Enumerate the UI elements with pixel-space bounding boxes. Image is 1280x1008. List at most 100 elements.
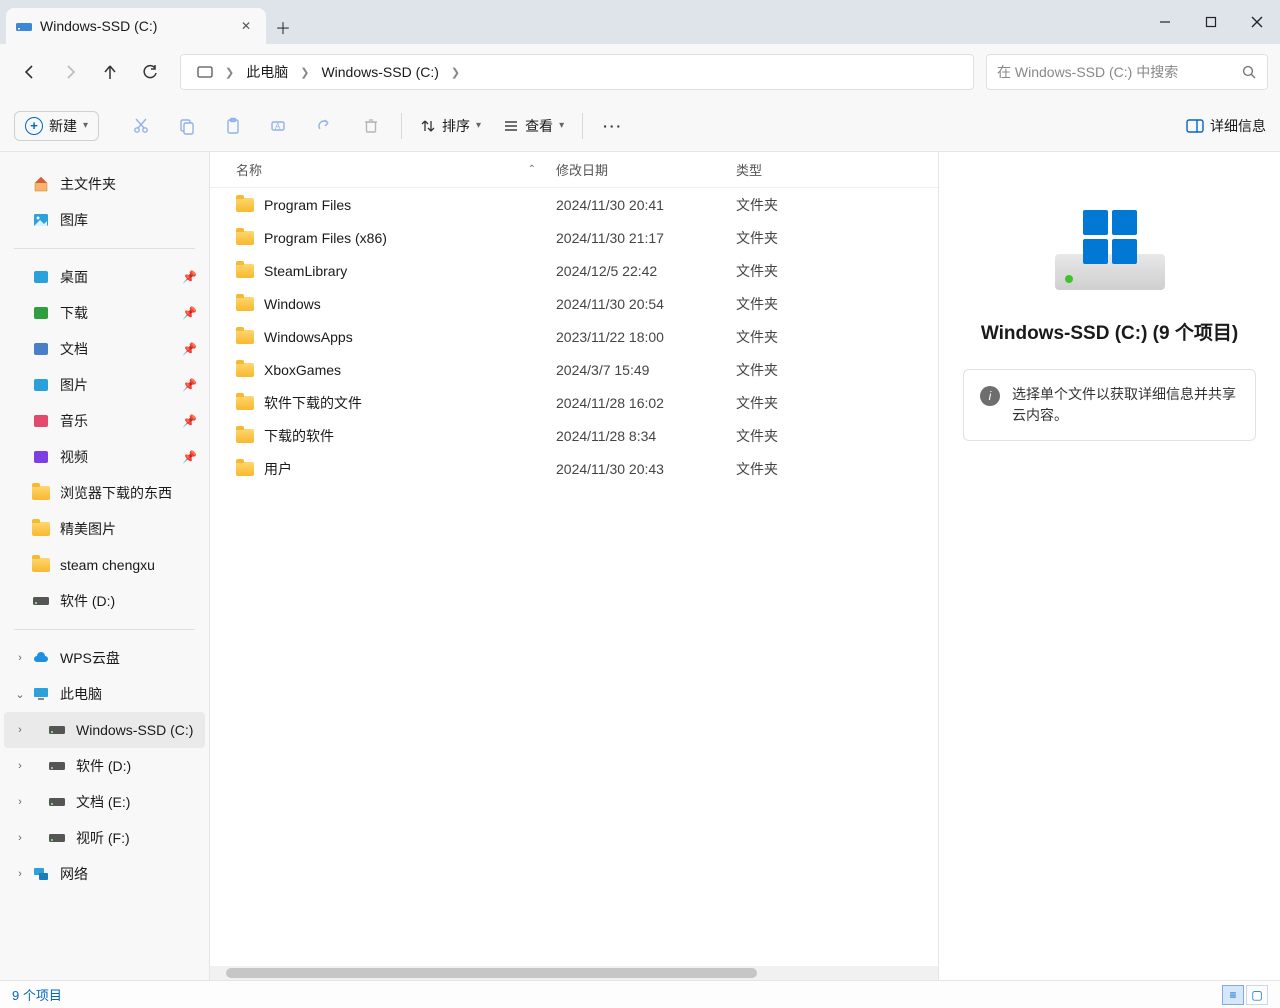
minimize-button[interactable] (1142, 0, 1188, 44)
view-mode-buttons: ≡ ▢ (1222, 985, 1268, 1005)
item-icon (32, 592, 50, 610)
horizontal-scrollbar[interactable] (210, 966, 938, 980)
column-name[interactable]: 名称 ⌃ (236, 160, 556, 179)
column-label: 修改日期 (556, 163, 608, 178)
window-controls (1142, 0, 1280, 44)
content-area: 名称 ⌃ 修改日期 类型 Program Files2024/11/30 20:… (210, 152, 1280, 980)
sidebar-quick-item[interactable]: 浏览器下载的东西 (4, 475, 205, 511)
sidebar-quick-item[interactable]: 桌面📌 (4, 259, 205, 295)
sidebar-quick-item[interactable]: 精美图片 (4, 511, 205, 547)
sidebar-label: 下载 (60, 303, 88, 323)
chevron-down-icon: ▾ (559, 120, 564, 131)
sidebar-thispc[interactable]: ⌄ 此电脑 (4, 676, 205, 712)
details-title: Windows-SSD (C:) (9 个项目) (981, 318, 1238, 345)
file-row[interactable]: SteamLibrary2024/12/5 22:42文件夹 (210, 254, 938, 287)
file-row[interactable]: Program Files (x86)2024/11/30 21:17文件夹 (210, 221, 938, 254)
view-details-button[interactable]: ≡ (1222, 985, 1244, 1005)
sidebar-home[interactable]: 主文件夹 (4, 166, 205, 202)
chevron-right-icon[interactable]: › (12, 724, 28, 736)
tab-title: Windows-SSD (C:) (40, 18, 157, 34)
chevron-right-icon[interactable]: › (12, 796, 28, 808)
file-row[interactable]: Program Files2024/11/30 20:41文件夹 (210, 188, 938, 221)
sidebar-drive-item[interactable]: ›Windows-SSD (C:) (4, 712, 205, 748)
sidebar-network[interactable]: › 网络 (4, 856, 205, 892)
pin-icon: 📌 (182, 378, 197, 392)
forward-button[interactable] (52, 54, 88, 90)
sidebar-quick-item[interactable]: steam chengxu (4, 547, 205, 583)
chevron-right-icon[interactable]: ❯ (223, 66, 236, 79)
rename-button[interactable]: A (259, 108, 299, 144)
folder-icon (236, 429, 254, 443)
sidebar-label: WPS云盘 (60, 648, 120, 668)
sidebar-drive-item[interactable]: ›软件 (D:) (4, 748, 205, 784)
paste-button[interactable] (213, 108, 253, 144)
cloud-icon (32, 649, 50, 667)
drive-icon (48, 829, 66, 847)
file-list[interactable]: Program Files2024/11/30 20:41文件夹Program … (210, 188, 938, 966)
chevron-right-icon[interactable]: ❯ (449, 66, 462, 79)
sidebar-label: 主文件夹 (60, 174, 116, 194)
plus-icon: + (25, 117, 43, 135)
breadcrumb-root-icon[interactable] (189, 60, 221, 84)
breadcrumb-drive[interactable]: Windows-SSD (C:) (313, 60, 446, 84)
copy-button[interactable] (167, 108, 207, 144)
chevron-right-icon[interactable]: › (12, 652, 28, 664)
file-panel: 名称 ⌃ 修改日期 类型 Program Files2024/11/30 20:… (210, 152, 938, 980)
sort-button[interactable]: 排序 ▾ (412, 112, 489, 140)
new-button[interactable]: + 新建 ▾ (14, 111, 99, 141)
sidebar-quick-item[interactable]: 图片📌 (4, 367, 205, 403)
network-icon (32, 865, 50, 883)
drive-icon (48, 721, 66, 739)
sidebar-quick-item[interactable]: 音乐📌 (4, 403, 205, 439)
more-button[interactable]: ··· (593, 108, 633, 144)
share-button[interactable] (305, 108, 345, 144)
sidebar-label: 视听 (F:) (76, 828, 130, 848)
chevron-right-icon[interactable]: › (12, 868, 28, 880)
chevron-right-icon[interactable]: › (12, 832, 28, 844)
column-date[interactable]: 修改日期 (556, 160, 736, 179)
file-name: WindowsApps (264, 329, 353, 345)
tab-close-icon[interactable]: ✕ (236, 16, 256, 36)
view-button[interactable]: 查看 ▾ (495, 112, 572, 140)
sidebar-quick-item[interactable]: 下载 📌 (4, 295, 205, 331)
pin-icon: 📌 (182, 306, 197, 320)
new-tab-button[interactable]: ＋ (266, 10, 300, 44)
status-bar: 9 个项目 ≡ ▢ (0, 980, 1280, 1008)
view-icons-button[interactable]: ▢ (1246, 985, 1268, 1005)
sidebar-drive-item[interactable]: › 视听 (F:) (4, 820, 205, 856)
details-pane-toggle[interactable]: 详细信息 (1186, 116, 1266, 136)
breadcrumb[interactable]: ❯ 此电脑 ❯ Windows-SSD (C:) ❯ (180, 54, 974, 90)
search-placeholder: 在 Windows-SSD (C:) 中搜索 (997, 62, 1178, 82)
file-row[interactable]: 用户2024/11/30 20:43文件夹 (210, 452, 938, 485)
chevron-right-icon[interactable]: ❯ (298, 66, 311, 79)
search-input[interactable]: 在 Windows-SSD (C:) 中搜索 (986, 54, 1268, 90)
maximize-button[interactable] (1188, 0, 1234, 44)
file-row[interactable]: 软件下载的文件2024/11/28 16:02文件夹 (210, 386, 938, 419)
breadcrumb-pc[interactable]: 此电脑 (238, 58, 296, 86)
sidebar-quick-item[interactable]: 视频📌 (4, 439, 205, 475)
item-icon (32, 340, 50, 358)
up-button[interactable] (92, 54, 128, 90)
refresh-button[interactable] (132, 54, 168, 90)
file-row[interactable]: Windows2024/11/30 20:54文件夹 (210, 287, 938, 320)
back-button[interactable] (12, 54, 48, 90)
delete-button[interactable] (351, 108, 391, 144)
close-button[interactable] (1234, 0, 1280, 44)
tab-active[interactable]: Windows-SSD (C:) ✕ (6, 8, 266, 44)
pin-icon: 📌 (182, 414, 197, 428)
chevron-right-icon[interactable]: › (12, 760, 28, 772)
chevron-down-icon[interactable]: ⌄ (12, 688, 28, 701)
details-hint-text: 选择单个文件以获取详细信息并共享云内容。 (1012, 384, 1239, 426)
sidebar-drive-item[interactable]: ›文档 (E:) (4, 784, 205, 820)
cut-button[interactable] (121, 108, 161, 144)
column-type[interactable]: 类型 (736, 160, 856, 179)
sidebar-wps[interactable]: › WPS云盘 (4, 640, 205, 676)
sidebar-quick-item[interactable]: 文档📌 (4, 331, 205, 367)
sidebar-gallery[interactable]: 图库 (4, 202, 205, 238)
file-row[interactable]: XboxGames2024/3/7 15:49文件夹 (210, 353, 938, 386)
file-row[interactable]: 下载的软件2024/11/28 8:34文件夹 (210, 419, 938, 452)
sidebar-quick-item[interactable]: 软件 (D:) (4, 583, 205, 619)
scrollbar-thumb[interactable] (226, 968, 757, 978)
file-row[interactable]: WindowsApps2023/11/22 18:00文件夹 (210, 320, 938, 353)
folder-icon (236, 396, 254, 410)
